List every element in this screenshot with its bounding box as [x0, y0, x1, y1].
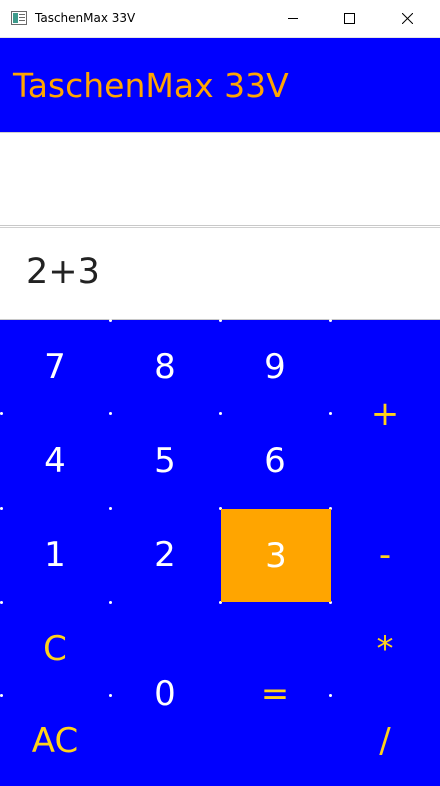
key-clear[interactable]: C — [0, 602, 110, 696]
key-multiply[interactable]: * — [330, 602, 440, 696]
close-icon — [402, 13, 413, 24]
key-minus[interactable]: - — [330, 508, 440, 602]
maximize-button[interactable] — [326, 0, 372, 38]
expression-display: 2+3 — [0, 227, 440, 320]
close-button[interactable] — [384, 0, 430, 38]
key-4[interactable]: 4 — [0, 414, 110, 508]
keypad: 7 8 9 + 4 5 6 1 2 3 - C 0 = * AC / — [0, 319, 440, 786]
app-title: TaschenMax 33V — [13, 66, 289, 105]
key-6[interactable]: 6 — [220, 414, 330, 508]
result-display — [0, 132, 440, 226]
app-icon — [11, 11, 27, 25]
key-plus[interactable]: + — [330, 320, 440, 508]
key-8[interactable]: 8 — [110, 320, 220, 414]
app-header: TaschenMax 33V — [0, 38, 440, 132]
key-all-clear[interactable]: AC — [0, 696, 110, 786]
key-0[interactable]: 0 — [110, 602, 220, 786]
key-3[interactable]: 3 — [221, 509, 331, 602]
key-7[interactable]: 7 — [0, 320, 110, 414]
key-divide[interactable]: / — [330, 696, 440, 786]
window-title: TaschenMax 33V — [35, 11, 136, 25]
key-5[interactable]: 5 — [110, 414, 220, 508]
minimize-button[interactable] — [270, 0, 316, 38]
key-9[interactable]: 9 — [220, 320, 330, 414]
maximize-icon — [344, 13, 355, 24]
key-1[interactable]: 1 — [0, 508, 110, 602]
key-equals[interactable]: = — [220, 602, 330, 786]
expression-text: 2+3 — [26, 252, 100, 292]
window-titlebar: TaschenMax 33V — [0, 0, 440, 38]
key-2[interactable]: 2 — [110, 508, 220, 602]
minimize-icon — [288, 18, 298, 19]
